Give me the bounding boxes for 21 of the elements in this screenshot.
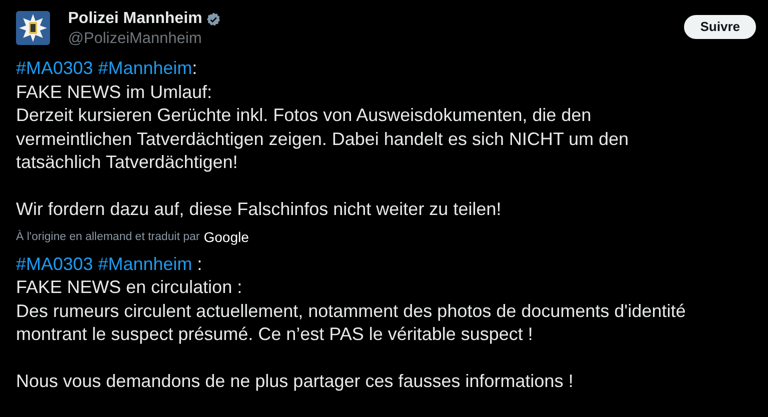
- post-text-line: vermeintlichen Tatverdächtigen zeigen. Dabei handelt es sich NICHT um den: [16, 128, 630, 151]
- translation-note: À l'origine en allemand et traduit par: [16, 229, 200, 245]
- post-text-line: Nous vous demandons de ne plus partager ces fausses informations !: [16, 370, 574, 393]
- hashtag-link[interactable]: #MA0303: [16, 252, 94, 276]
- post-text-line: Des rumeurs circulent actuellement, notamment des photos de documents d'identité: [16, 300, 687, 323]
- post-text-line: FAKE NEWS im Umlauf:: [16, 80, 214, 104]
- hashtag-link[interactable]: #Mannheim: [98, 57, 192, 80]
- hashtag-link[interactable]: #MA0303: [16, 57, 94, 80]
- author-name[interactable]: Polizei Mannheim: [68, 9, 202, 29]
- heading-text: :: [196, 252, 202, 276]
- heading-text: :: [192, 57, 198, 80]
- post-text-line: Derzeit kursieren Gerüchte inkl. Fotos von Ausweisdokumenten, die den: [16, 104, 592, 127]
- author-handle[interactable]: @PolizeiMannheim: [68, 29, 222, 49]
- police-star-logo[interactable]: [16, 11, 50, 45]
- follow-button[interactable]: Suivre: [684, 15, 756, 39]
- post-text-line: Wir fordern dazu auf, diese Falschinfos nicht weiter zu teilen!: [16, 198, 502, 221]
- post-text-line: FAKE NEWS en circulation :: [16, 276, 244, 299]
- post-text-line: tatsächlich Tatverdächtigen!: [16, 151, 239, 174]
- google-label[interactable]: Google: [204, 227, 249, 248]
- hashtag-link[interactable]: #Mannheim: [98, 252, 192, 276]
- post-text-line: montrant le suspect présumé. Ce n’est PAS le véritable suspect !: [16, 323, 534, 346]
